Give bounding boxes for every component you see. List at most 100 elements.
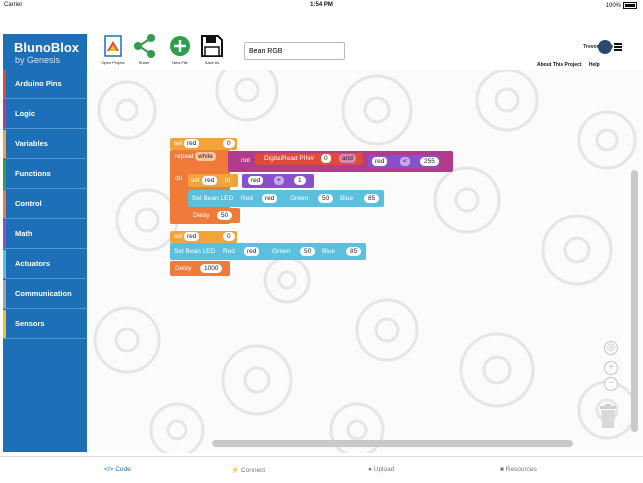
zoom-reset-icon[interactable]: ◎	[604, 341, 618, 355]
set-variable-block[interactable]: set red to	[188, 174, 238, 187]
digital-read-label: DigitalRead PIN#	[264, 155, 314, 162]
trash-icon[interactable]	[598, 404, 618, 428]
variable-dropdown[interactable]: red	[244, 247, 260, 256]
operator-dropdown[interactable]: +	[274, 176, 284, 185]
and-dropdown[interactable]: and	[339, 154, 356, 163]
battery-indicator: 100%	[606, 2, 637, 9]
avatar[interactable]	[598, 40, 612, 54]
blue-input[interactable]: 85	[346, 247, 362, 256]
delay-label: Delay	[193, 212, 210, 219]
delay-input[interactable]: 1000	[200, 264, 223, 273]
operator-dropdown[interactable]: <	[400, 157, 410, 166]
clock: 1:54 PM	[310, 2, 333, 8]
delay-input[interactable]: 50	[217, 211, 233, 220]
share-icon	[134, 34, 155, 58]
open-project-icon	[104, 35, 122, 57]
help-link[interactable]: Help	[589, 62, 600, 68]
set-label: set	[174, 140, 183, 147]
save-as-button[interactable]: Save As	[197, 33, 227, 65]
horizontal-scrollbar[interactable]	[212, 440, 573, 447]
math-add-block[interactable]: red + 1	[242, 174, 314, 188]
category-color-bar	[3, 220, 6, 248]
value-input[interactable]: 255	[420, 157, 439, 166]
category-color-bar	[3, 160, 6, 188]
tab-connect[interactable]: ⚡ Connect	[231, 466, 265, 474]
category-label: Sensors	[15, 319, 45, 328]
share-label: Share	[138, 60, 150, 65]
delay-block[interactable]: Delay 1000	[170, 261, 230, 276]
category-label: Control	[15, 199, 42, 208]
digital-read-block[interactable]: DigitalRead PIN# 0 and	[255, 153, 363, 165]
save-icon	[201, 35, 223, 57]
project-name-input[interactable]	[244, 42, 345, 60]
category-label: Communication	[15, 289, 72, 298]
variable-dropdown[interactable]: red	[184, 139, 200, 148]
category-math[interactable]: Math	[3, 220, 87, 249]
variable-dropdown[interactable]: red	[262, 194, 278, 203]
category-control[interactable]: Control	[3, 190, 87, 219]
category-functions[interactable]: Functions	[3, 160, 87, 189]
value-input[interactable]: 0	[223, 139, 235, 148]
set-bean-led-label: Set Bean LED	[174, 248, 216, 255]
header-links: About This Project Help	[537, 62, 606, 68]
variable-dropdown[interactable]: red	[248, 176, 264, 185]
category-sensors[interactable]: Sensors	[3, 310, 87, 339]
blue-input[interactable]: 85	[364, 194, 380, 203]
category-color-bar	[3, 190, 6, 218]
category-color-bar	[3, 70, 6, 98]
open-project-label: Open Project	[101, 60, 125, 65]
value-input[interactable]: 0	[223, 232, 235, 241]
category-label: Arduino Pins	[15, 79, 62, 88]
category-logic[interactable]: Logic	[3, 100, 87, 129]
delay-block[interactable]: Delay 50	[188, 208, 240, 223]
set-variable-block[interactable]: set red 0	[170, 231, 237, 243]
category-color-bar	[3, 280, 6, 308]
upload-icon: ●	[368, 466, 372, 473]
menu-icon[interactable]	[614, 43, 622, 51]
new-file-button[interactable]: New File	[165, 33, 195, 65]
value-input[interactable]: 1	[294, 176, 306, 185]
zoom-out-icon[interactable]: −	[604, 377, 618, 391]
save-as-label: Save As	[204, 60, 220, 65]
category-color-bar	[3, 310, 6, 338]
tab-label: Connect	[240, 467, 266, 474]
to-label: to	[225, 177, 231, 184]
category-color-bar	[3, 130, 6, 158]
set-label: set	[191, 177, 200, 184]
set-bean-led-block[interactable]: Set Bean LED Red red Green 50 Blue 85	[188, 190, 384, 207]
tab-upload[interactable]: ● Upload	[368, 466, 394, 473]
about-project-link[interactable]: About This Project	[537, 62, 581, 68]
while-dropdown[interactable]: while	[195, 152, 216, 161]
set-label: set	[174, 233, 183, 240]
category-variables[interactable]: Variables	[3, 130, 87, 159]
green-input[interactable]: 50	[318, 194, 334, 203]
red-label: Red	[223, 248, 235, 255]
share-button[interactable]: Share	[129, 33, 159, 65]
tab-resources[interactable]: ■ Resources	[500, 466, 537, 473]
tab-label: Code	[115, 466, 131, 473]
compare-block[interactable]: red < 255	[368, 155, 440, 168]
variable-dropdown[interactable]: red	[372, 157, 388, 166]
green-input[interactable]: 50	[300, 247, 316, 256]
tab-code[interactable]: </> Code	[104, 466, 131, 473]
blue-label: Blue	[322, 248, 336, 255]
category-label: Logic	[15, 109, 35, 118]
green-label: Green	[272, 248, 291, 255]
category-communication[interactable]: Communication	[3, 280, 87, 309]
set-bean-led-block[interactable]: Set Bean LED Red red Green 50 Blue 85	[170, 243, 366, 260]
category-color-bar	[3, 250, 6, 278]
open-project-button[interactable]: Open Project	[98, 33, 128, 65]
category-label: Math	[15, 229, 33, 238]
category-actuators[interactable]: Actuators	[3, 250, 87, 279]
category-label: Actuators	[15, 259, 51, 268]
tab-label: Upload	[373, 466, 395, 473]
variable-dropdown[interactable]: red	[202, 176, 218, 185]
set-variable-block[interactable]: set red 0	[170, 138, 237, 150]
zoom-in-icon[interactable]: +	[604, 361, 618, 375]
category-arduino-pins[interactable]: Arduino Pins	[3, 70, 87, 99]
pin-dropdown[interactable]: 0	[321, 154, 331, 163]
category-label: Functions	[15, 169, 51, 178]
vertical-scrollbar[interactable]	[631, 170, 638, 432]
battery-icon	[623, 2, 637, 9]
variable-dropdown[interactable]: red	[184, 232, 200, 241]
